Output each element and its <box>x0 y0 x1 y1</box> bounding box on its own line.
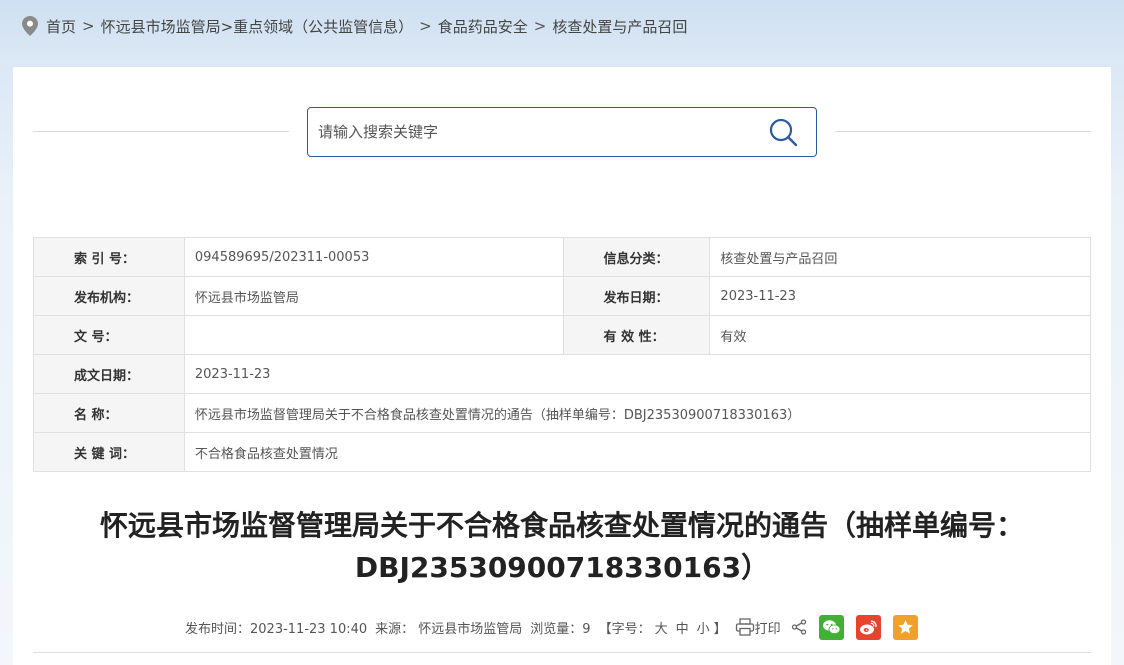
weibo-share-button[interactable] <box>855 614 881 640</box>
keywords-label: 关 键 词： <box>33 432 185 472</box>
font-size-prefix: 【字号： <box>598 621 651 637</box>
font-size-small-button[interactable]: 小 <box>697 618 710 637</box>
breadcrumb-separator: > <box>533 17 547 35</box>
info-category-value: 核查处置与产品召回 <box>709 237 1091 277</box>
creation-date-value: 2023-11-23 <box>183 354 1092 394</box>
table-row: 发布机构： 怀远县市场监管局 发布日期： 2023-11-23 <box>33 276 1091 316</box>
name-value: 怀远县市场监督管理局关于不合格食品核查处置情况的通告（抽样单编号：DBJ2353… <box>183 393 1092 433</box>
wechat-icon <box>822 619 841 634</box>
article-title: 怀远县市场监督管理局关于不合格食品核查处置情况的通告（抽样单编号： DBJ235… <box>13 505 1111 589</box>
favorite-icon <box>897 620 913 634</box>
divider <box>33 131 289 132</box>
location-icon <box>22 16 38 36</box>
content-panel: 索 引 号： 094589695/202311-00053 信息分类： 核查处置… <box>13 67 1111 665</box>
source: 来源： 怀远县市场监管局 <box>375 621 523 637</box>
metadata-table: 索 引 号： 094589695/202311-00053 信息分类： 核查处置… <box>33 237 1092 472</box>
index-number-label: 索 引 号： <box>33 237 185 277</box>
index-number-value: 094589695/202311-00053 <box>183 237 564 277</box>
breadcrumb: 首页 > 怀远县市场监管局>重点领域（公共监管信息） > 食品药品安全 > 核查… <box>22 14 687 38</box>
print-label: 打印 <box>754 621 781 637</box>
share-icon <box>791 619 806 635</box>
article-title-line-2: DBJ23530900718330163） <box>354 551 770 584</box>
table-row: 索 引 号： 094589695/202311-00053 信息分类： 核查处置… <box>33 237 1091 277</box>
table-row: 名 称： 怀远县市场监督管理局关于不合格食品核查处置情况的通告（抽样单编号：DB… <box>33 393 1092 433</box>
print-button[interactable]: 打印 <box>735 618 781 637</box>
article-title-line-1: 怀远县市场监督管理局关于不合格食品核查处置情况的通告（抽样单编号： <box>99 509 1024 542</box>
weibo-icon <box>859 620 877 634</box>
creation-date-label: 成文日期： <box>33 354 185 394</box>
favorite-button[interactable] <box>892 614 918 640</box>
font-size-large-button[interactable]: 大 <box>655 618 668 637</box>
divider <box>835 131 1091 132</box>
divider <box>33 652 1091 653</box>
publisher-value: 怀远县市场监管局 <box>183 276 564 316</box>
name-label: 名 称： <box>33 393 185 433</box>
breadcrumb-bureau-section[interactable]: 怀远县市场监管局>重点领域（公共监管信息） <box>101 16 414 37</box>
publish-date-label: 发布日期： <box>562 276 711 316</box>
share-button[interactable] <box>791 619 807 635</box>
breadcrumb-inspection-recall[interactable]: 核查处置与产品召回 <box>552 16 687 37</box>
table-row: 文 号： 有 效 性： 有效 <box>33 315 1091 355</box>
publish-time: 发布时间：2023-11-23 10:40 <box>185 621 368 637</box>
wechat-share-button[interactable] <box>818 614 844 640</box>
search-box <box>307 107 817 157</box>
table-row: 成文日期： 2023-11-23 <box>33 354 1092 394</box>
breadcrumb-food-drug-safety[interactable]: 食品药品安全 <box>438 16 528 37</box>
search-button[interactable] <box>758 108 808 156</box>
search-row <box>13 107 1111 157</box>
breadcrumb-separator: > <box>82 17 95 35</box>
publisher-label: 发布机构： <box>33 276 185 316</box>
font-size-medium-button[interactable]: 中 <box>676 618 689 637</box>
article-info-bar: 发布时间：2023-11-23 10:40 来源： 怀远县市场监管局 浏览量：9… <box>185 613 918 641</box>
print-icon <box>735 618 754 636</box>
validity-label: 有 效 性： <box>562 315 711 355</box>
keywords-value: 不合格食品核查处置情况 <box>183 432 1092 472</box>
search-icon <box>769 118 798 147</box>
validity-value: 有效 <box>709 315 1091 355</box>
view-count: 浏览量：9 <box>530 621 591 637</box>
breadcrumb-home[interactable]: 首页 <box>46 16 76 37</box>
info-category-label: 信息分类： <box>562 237 711 277</box>
table-row: 关 键 词： 不合格食品核查处置情况 <box>33 432 1092 472</box>
publish-date-value: 2023-11-23 <box>709 276 1091 316</box>
search-input[interactable] <box>308 108 758 156</box>
font-size-suffix: 】 <box>713 621 727 637</box>
document-number-label: 文 号： <box>33 315 185 355</box>
breadcrumb-separator: > <box>419 17 432 35</box>
document-number-value <box>183 315 564 355</box>
